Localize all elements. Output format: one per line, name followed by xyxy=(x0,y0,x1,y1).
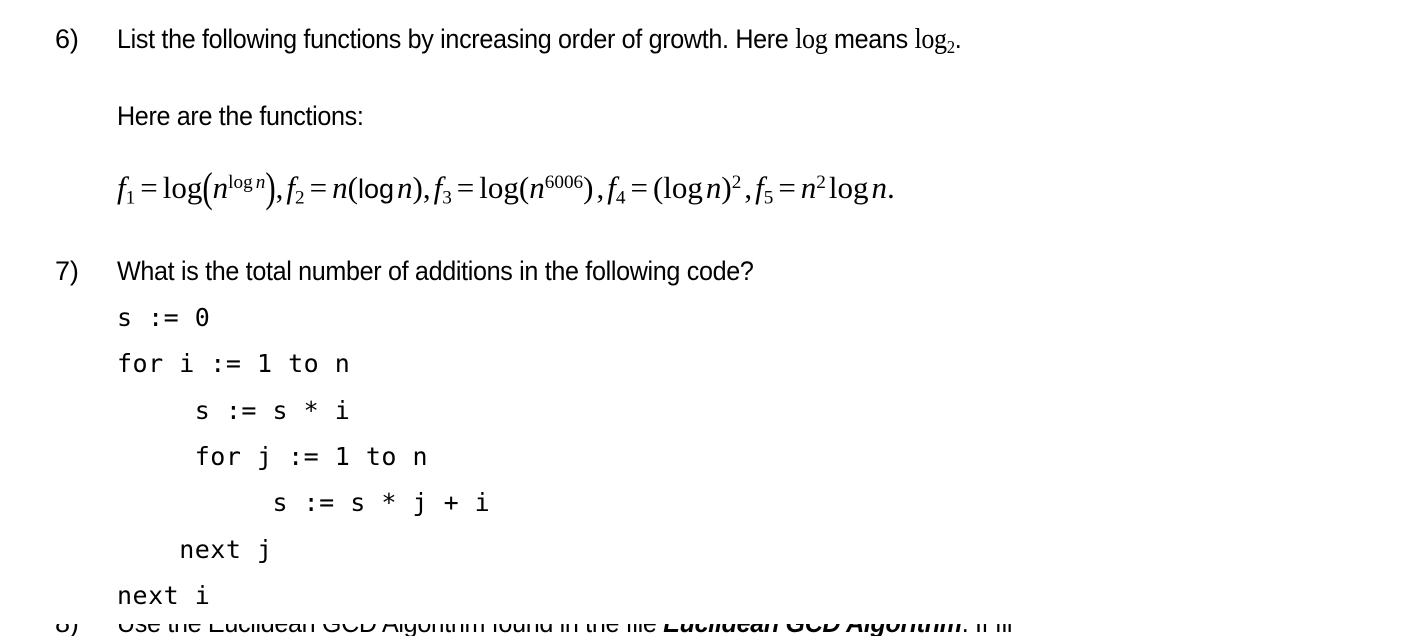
formula-f1-exp-arg: n xyxy=(255,172,266,194)
formula-f4-close-paren: ) xyxy=(721,170,732,205)
formula-f1-log: log xyxy=(162,170,203,205)
formula-f5-name: f xyxy=(755,170,764,205)
formula-period: . xyxy=(887,170,895,205)
question-6-means-text: means xyxy=(827,24,915,54)
question-8-number: 8) xyxy=(55,624,79,636)
code-line-1: s := 0 xyxy=(117,303,211,332)
formula-f1-base: n xyxy=(212,170,229,205)
formula-f3-name: f xyxy=(433,170,443,205)
formula-f5-exponent: 2 xyxy=(816,172,826,194)
formula-f5-arg: n xyxy=(871,170,888,205)
question-6-formula: f1 = log(nlog n),f2 = n(logn),f3 = log(n6006),f… xyxy=(117,167,895,209)
formula-equals-5: = xyxy=(778,170,796,205)
formula-equals-2: = xyxy=(309,170,328,205)
question-6-log2-word: log xyxy=(914,24,947,55)
formula-equals-4: = xyxy=(630,170,648,205)
question-6-prompt-text: List the following functions by increasi… xyxy=(117,24,796,54)
question-8-prompt-text: Use the Euclidean GCD Algorithm found in… xyxy=(117,624,663,636)
formula-f2-name: f xyxy=(286,170,296,205)
question-6-subheading: Here are the functions: xyxy=(117,101,364,131)
formula-f4-log: log xyxy=(663,170,703,205)
question-7-prompt: What is the total number of additions in… xyxy=(117,256,754,286)
formula-f5-subscript: 5 xyxy=(763,187,774,209)
code-line-2: for i := 1 to n xyxy=(117,349,351,378)
formula-f2-log: log xyxy=(357,174,394,204)
question-8-inner: 8) Use the Euclidean GCD Algorithm found… xyxy=(0,624,1412,636)
question-6-number: 6) xyxy=(55,24,79,54)
code-line-5: s := s * j + i xyxy=(117,488,491,517)
question-6-period: . xyxy=(954,24,962,54)
formula-comma-1: , xyxy=(275,170,284,205)
formula-f3-close-paren: ) xyxy=(583,170,594,205)
question-8-file-name: Euclidean GCD Algorithm xyxy=(663,624,962,636)
question-6-prompt: List the following functions by increasi… xyxy=(117,24,962,57)
formula-f1-exponent: log n xyxy=(228,172,265,193)
formula-comma-2: , xyxy=(422,170,431,205)
formula-f3-open-paren: ( xyxy=(518,170,530,205)
question-6-log2-subscript: 2 xyxy=(946,37,955,57)
formula-f2-close-paren: ) xyxy=(412,170,423,205)
formula-f1-subscript: 1 xyxy=(125,187,136,209)
question-8-prompt-tail: . If fil xyxy=(962,624,1013,636)
formula-f2-open-paren: ( xyxy=(347,170,358,205)
formula-f3-exponent: 6006 xyxy=(544,172,584,194)
formula-f4-name: f xyxy=(607,170,616,205)
question-8-clipped-row: 8) Use the Euclidean GCD Algorithm found… xyxy=(0,624,1412,636)
code-line-6: next j xyxy=(117,535,273,564)
question-7-number: 7) xyxy=(55,256,79,286)
formula-f2-arg: n xyxy=(396,170,413,205)
formula-equals-1: = xyxy=(140,170,158,205)
formula-comma-3: , xyxy=(596,170,605,205)
formula-equals-3: = xyxy=(456,170,475,205)
formula-f1-close-paren: ) xyxy=(265,163,276,212)
formula-f1-open-paren: ( xyxy=(202,163,213,212)
question-8-prompt: Use the Euclidean GCD Algorithm found in… xyxy=(117,624,1012,636)
code-line-4: for j := 1 to n xyxy=(117,442,429,471)
formula-comma-4: , xyxy=(744,170,753,205)
code-line-3: s := s * i xyxy=(117,396,351,425)
formula-f3-log: log xyxy=(479,170,519,205)
formula-f4-exponent: 2 xyxy=(731,172,742,194)
formula-f3-base: n xyxy=(529,170,545,205)
formula-f1-name: f xyxy=(117,170,126,205)
formula-f4-subscript: 4 xyxy=(615,187,626,209)
code-line-7: next i xyxy=(117,581,211,610)
formula-f3-subscript: 3 xyxy=(442,187,452,209)
formula-f4-open-paren: ( xyxy=(652,170,664,205)
formula-f2-coeff: n xyxy=(332,170,348,205)
formula-f5-log: log xyxy=(828,170,869,205)
question-6-log-word: log xyxy=(795,24,828,55)
formula-f4-arg: n xyxy=(705,170,722,205)
formula-f2-subscript: 2 xyxy=(295,187,305,209)
formula-f1-exp-log: log xyxy=(228,172,253,194)
formula-f5-base: n xyxy=(800,170,817,205)
document-page: 6) List the following functions by incre… xyxy=(0,0,1412,636)
